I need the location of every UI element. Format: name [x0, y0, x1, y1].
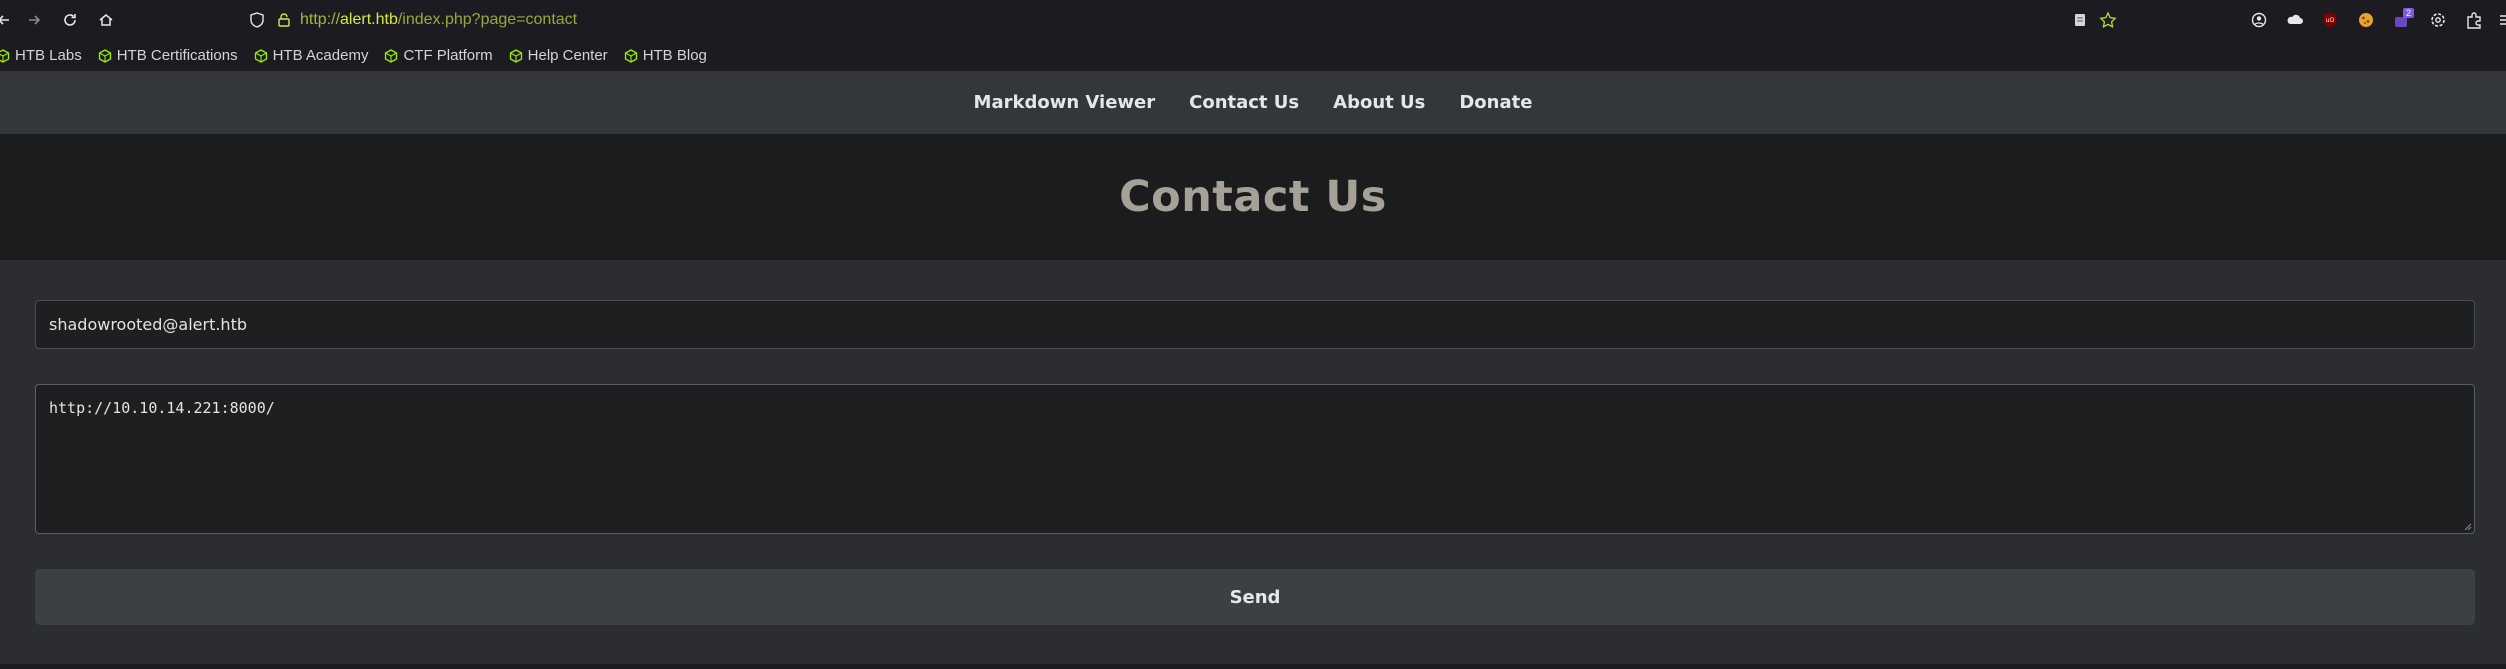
account-icon [2251, 12, 2267, 28]
url-host: alert.htb [340, 11, 398, 28]
tracking-protection-button[interactable] [245, 8, 269, 32]
resize-handle-icon[interactable] [2462, 521, 2472, 531]
site-info-button[interactable] [272, 8, 296, 32]
bookmark-label: HTB Blog [642, 47, 707, 64]
home-button[interactable] [94, 8, 118, 32]
browser-toolbar: http://alert.htb/index.php?page=contact … [0, 0, 2506, 40]
extension-badge: 2 [2402, 8, 2414, 18]
nav-donate[interactable]: Donate [1442, 92, 1549, 113]
bookmark-label: HTB Academy [272, 47, 369, 64]
email-field[interactable]: shadowrooted@alert.htb [35, 300, 2475, 349]
bookmark-ctf-platform[interactable]: CTF Platform [384, 47, 493, 64]
send-button[interactable]: Send [35, 569, 2475, 625]
htb-cube-icon [509, 48, 522, 63]
htb-cube-icon [98, 48, 111, 63]
bottom-edge [0, 664, 2506, 669]
cloud-extension-icon [2287, 14, 2303, 24]
htb-cube-icon [624, 48, 637, 63]
message-textarea[interactable]: http://10.10.14.221:8000/ [35, 384, 2475, 534]
bookmark-htb-academy[interactable]: HTB Academy [254, 47, 369, 64]
cookie-extension-button[interactable] [2354, 8, 2378, 32]
bookmark-htb-certifications[interactable]: HTB Certifications [98, 47, 238, 64]
site-navigation: Markdown Viewer Contact Us About Us Dona… [0, 71, 2506, 134]
bookmark-star-button[interactable] [2096, 8, 2120, 32]
menu-icon [2500, 15, 2506, 25]
bookmark-label: Help Center [527, 47, 608, 64]
ublock-button[interactable]: uO [2318, 8, 2342, 32]
nav-markdown-viewer[interactable]: Markdown Viewer [957, 92, 1173, 113]
htb-cube-icon [385, 48, 398, 63]
htb-cube-icon [0, 48, 10, 63]
bookmark-label: HTB Labs [15, 47, 82, 64]
send-button-label: Send [1229, 586, 1281, 608]
email-field-value: shadowrooted@alert.htb [49, 315, 247, 334]
forward-arrow-icon [29, 15, 41, 25]
settings-button[interactable] [2426, 8, 2450, 32]
reader-view-icon [2075, 14, 2085, 26]
url-scheme: http:// [300, 11, 341, 28]
home-icon [99, 14, 113, 26]
puzzle-piece-icon [2467, 12, 2481, 29]
purple-extension-button[interactable]: 2 [2390, 8, 2414, 32]
url-path: /index.php?page=contact [397, 11, 578, 28]
nav-contact-us[interactable]: Contact Us [1172, 92, 1316, 113]
app-menu-button[interactable] [2494, 8, 2506, 32]
extensions-menu-button[interactable] [2462, 8, 2486, 32]
bookmark-help-center[interactable]: Help Center [509, 47, 608, 64]
bookmark-label: CTF Platform [403, 47, 493, 64]
cookie-icon [2359, 13, 2373, 27]
back-button[interactable] [0, 8, 16, 32]
shield-icon [250, 12, 264, 28]
message-textarea-value: http://10.10.14.221:8000/ [49, 399, 275, 417]
forward-button[interactable] [22, 8, 46, 32]
contact-form: shadowrooted@alert.htb http://10.10.14.2… [0, 260, 2506, 669]
extension-button[interactable] [2283, 8, 2307, 32]
back-arrow-icon [0, 15, 9, 25]
bookmark-label: HTB Certifications [116, 47, 238, 64]
bookmarks-bar: HTB Labs HTB Certifications HTB Academy CTF… [0, 40, 2506, 71]
lock-insecure-icon [278, 13, 290, 27]
reload-icon [64, 14, 76, 26]
account-button[interactable] [2247, 8, 2271, 32]
address-bar[interactable]: http://alert.htb/index.php?page=contact [300, 9, 577, 31]
page-title: Contact Us [1119, 172, 1387, 222]
bookmark-htb-labs[interactable]: HTB Labs [0, 47, 82, 64]
gear-icon [2431, 13, 2445, 27]
reload-button[interactable] [58, 8, 82, 32]
ublock-origin-icon: uO [2323, 12, 2337, 28]
bookmark-htb-blog[interactable]: HTB Blog [624, 47, 707, 64]
nav-about-us[interactable]: About Us [1316, 92, 1442, 113]
reader-view-button[interactable] [2068, 8, 2092, 32]
page-header: Contact Us [0, 134, 2506, 260]
svg-text:uO: uO [2326, 17, 2335, 24]
star-icon [2099, 11, 2117, 29]
htb-cube-icon [254, 48, 267, 63]
